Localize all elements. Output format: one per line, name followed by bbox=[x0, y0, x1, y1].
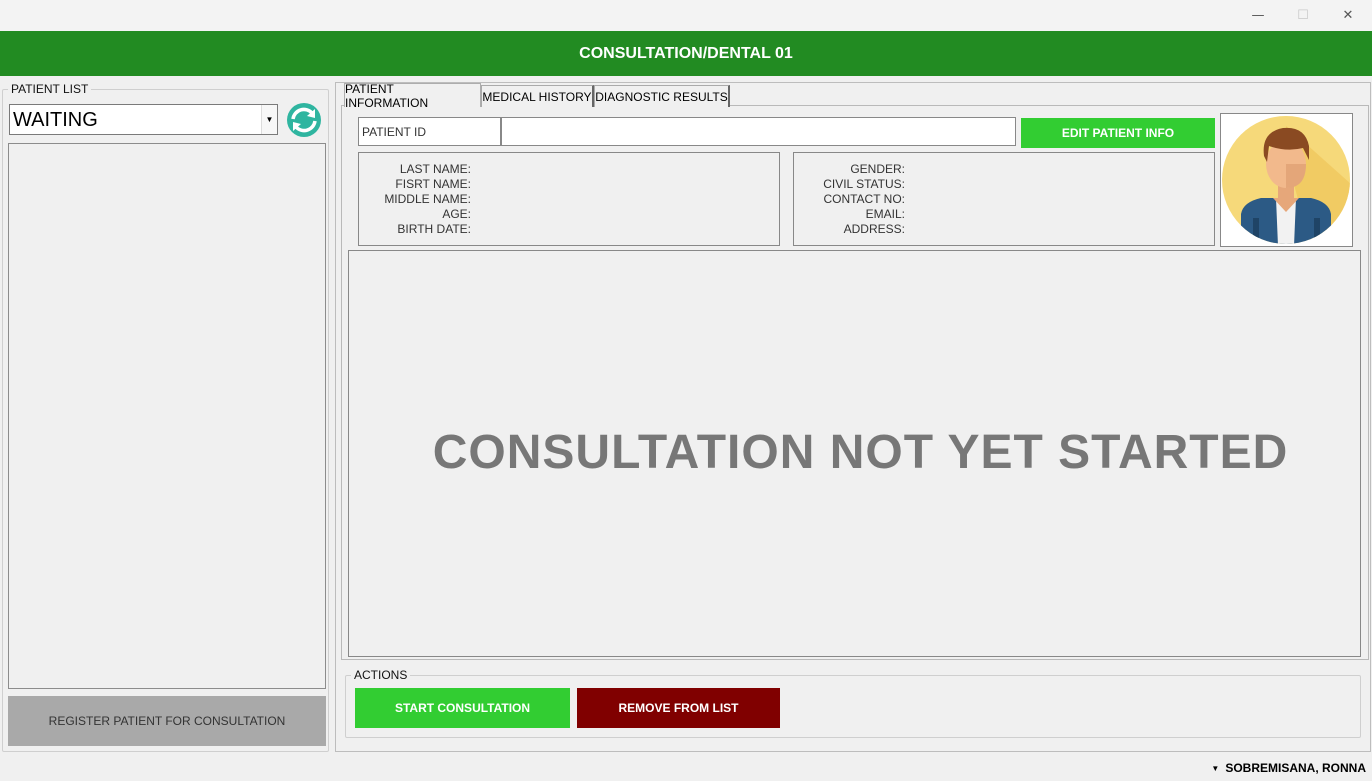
email-label: EMAIL: bbox=[865, 207, 905, 221]
patient-list-label: PATIENT LIST bbox=[11, 82, 89, 96]
patient-status-filter[interactable]: WAITING ▼ bbox=[9, 104, 278, 135]
chevron-down-icon[interactable]: ▼ bbox=[261, 105, 277, 134]
remove-from-list-button[interactable]: REMOVE FROM LIST bbox=[577, 688, 780, 728]
age-label: AGE: bbox=[442, 207, 471, 221]
patient-avatar bbox=[1220, 113, 1353, 247]
user-menu[interactable]: ▼ SOBREMISANA, RONNA bbox=[1211, 761, 1366, 775]
register-patient-button[interactable]: REGISTER PATIENT FOR CONSULTATION bbox=[8, 696, 326, 746]
gender-label: GENDER: bbox=[850, 162, 905, 176]
patient-list[interactable] bbox=[8, 143, 326, 689]
consultation-status-banner: CONSULTATION NOT YET STARTED bbox=[432, 426, 1289, 479]
patient-contact-info: GENDER: CIVIL STATUS: CONTACT NO: EMAIL:… bbox=[793, 152, 1215, 246]
close-button[interactable]: ✕ bbox=[1325, 0, 1371, 31]
tab-medical-history[interactable]: MEDICAL HISTORY bbox=[481, 85, 594, 107]
patient-id-field[interactable] bbox=[501, 117, 1016, 146]
maximize-button: ☐ bbox=[1297, 8, 1309, 23]
consultation-area: CONSULTATION NOT YET STARTED bbox=[348, 250, 1361, 657]
edit-patient-info-button[interactable]: EDIT PATIENT INFO bbox=[1021, 118, 1215, 148]
start-consultation-button[interactable]: START CONSULTATION bbox=[355, 688, 570, 728]
first-name-label: FISRT NAME: bbox=[395, 177, 471, 191]
status-bar: ▼ SOBREMISANA, RONNA bbox=[0, 756, 1372, 781]
middle-name-label: MIDDLE NAME: bbox=[384, 192, 471, 206]
civil-status-label: CIVIL STATUS: bbox=[823, 177, 905, 191]
refresh-icon[interactable] bbox=[284, 102, 324, 138]
contact-no-label: CONTACT NO: bbox=[823, 192, 905, 206]
caret-down-icon: ▼ bbox=[1211, 763, 1220, 773]
tab-patient-information[interactable]: PATIENT INFORMATION bbox=[344, 82, 481, 110]
birth-date-label: BIRTH DATE: bbox=[397, 222, 471, 236]
current-user-name: SOBREMISANA, RONNA bbox=[1225, 761, 1366, 775]
avatar-icon bbox=[1222, 116, 1350, 244]
last-name-label: LAST NAME: bbox=[399, 162, 471, 176]
minimize-button[interactable]: — bbox=[1235, 0, 1281, 31]
actions-label: ACTIONS bbox=[354, 668, 408, 682]
patient-status-filter-value: WAITING bbox=[13, 109, 98, 131]
tab-diagnostic-results[interactable]: DIAGNOSTIC RESULTS bbox=[594, 85, 730, 107]
address-label: ADDRESS: bbox=[843, 222, 905, 236]
patient-id-label: PATIENT ID bbox=[358, 117, 501, 146]
window-titlebar: — ☐ ✕ bbox=[0, 0, 1372, 31]
patient-personal-info: LAST NAME: FISRT NAME: MIDDLE NAME: AGE:… bbox=[358, 152, 780, 246]
page-title: CONSULTATION/DENTAL 01 bbox=[0, 31, 1372, 76]
